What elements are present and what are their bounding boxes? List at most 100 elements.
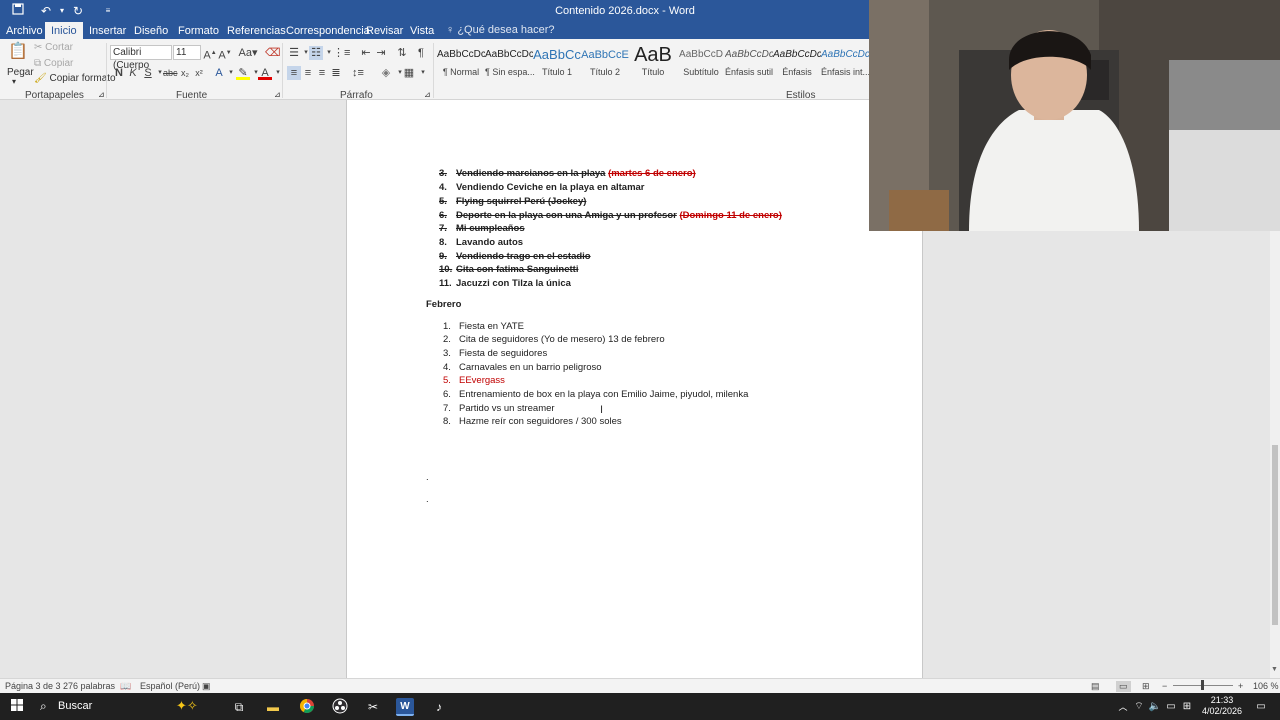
read-mode-icon[interactable]: ▤ <box>1091 681 1100 692</box>
obs-icon[interactable] <box>331 698 349 716</box>
strikethrough-icon[interactable]: abc <box>163 66 178 80</box>
tab-revisar[interactable]: Revisar <box>366 24 403 38</box>
list-item[interactable]: 7. Mi cumpleaños <box>439 223 525 234</box>
list-item[interactable]: 4. Carnavales en un barrio peligroso <box>443 362 602 373</box>
list-item[interactable]: 4. Vendiendo Ceviche en la playa en altam… <box>439 182 645 193</box>
clipboard-launcher-icon[interactable]: ⊿ <box>98 90 105 99</box>
proofing-icon[interactable]: 📖 <box>120 681 131 692</box>
bold-button[interactable]: N <box>112 66 126 80</box>
undo-dropdown-icon[interactable]: ▾ <box>54 3 70 19</box>
tab-correspondencia[interactable]: Correspondencia <box>286 24 370 38</box>
font-launcher-icon[interactable]: ⊿ <box>274 90 281 99</box>
empty-paragraph[interactable]: . <box>426 494 429 505</box>
numbering-icon[interactable]: ☷ <box>309 46 323 60</box>
tiktok-icon[interactable]: ♪ <box>430 698 448 716</box>
list-item[interactable]: 11. Jacuzzi con Tilza la única <box>439 278 571 289</box>
list-item[interactable]: 1. Fiesta en YATE <box>443 321 524 332</box>
word-count[interactable]: 276 palabras <box>63 681 115 691</box>
superscript-icon[interactable]: x² <box>192 66 206 80</box>
scrollbar-thumb[interactable] <box>1272 445 1278 625</box>
tab-inicio[interactable]: Inicio <box>45 22 83 39</box>
font-color-icon[interactable]: A <box>258 66 272 80</box>
zoom-slider-thumb[interactable] <box>1201 680 1204 690</box>
save-icon[interactable] <box>10 3 26 19</box>
list-item[interactable]: 6. Deporte en la playa con una Amiga y un… <box>439 210 782 221</box>
grow-font-icon[interactable]: A▲ <box>203 46 217 62</box>
tab-vista[interactable]: Vista <box>410 24 434 38</box>
style-emphasis[interactable]: AaBbCcDc Énfasis <box>773 43 821 83</box>
list-item[interactable]: 8. Hazme reír con seguidores / 300 soles <box>443 416 622 427</box>
list-item[interactable]: 8. Lavando autos <box>439 237 523 248</box>
show-formatting-icon[interactable]: ¶ <box>414 46 428 60</box>
font-family-select[interactable]: Calibri (Cuerpo <box>110 45 172 71</box>
tab-referencias[interactable]: Referencias <box>227 24 286 38</box>
borders-icon[interactable]: ▦ <box>402 66 416 80</box>
print-layout-icon[interactable]: ▭ <box>1116 681 1131 692</box>
scroll-down-icon[interactable]: ▼ <box>1271 666 1278 673</box>
list-item[interactable]: 5. EEvergass <box>443 375 505 386</box>
list-item[interactable]: 10. Cita con fatima Sanguinetti <box>439 264 578 275</box>
line-spacing-icon[interactable]: ↕≡ <box>351 66 365 80</box>
clock[interactable]: 21:33 4/02/2026 <box>1200 695 1244 717</box>
align-right-icon[interactable]: ≡ <box>315 66 329 80</box>
decrease-indent-icon[interactable]: ⇤ <box>359 46 373 60</box>
increase-indent-icon[interactable]: ⇥ <box>374 46 388 60</box>
highlight-icon[interactable]: ✎ <box>236 66 250 80</box>
page-count[interactable]: Página 3 de 3 <box>5 681 61 691</box>
tab-archivo[interactable]: Archivo <box>6 24 43 38</box>
format-painter-button[interactable]: 🖌 Copiar formato <box>34 73 116 84</box>
style-title[interactable]: AaB Título <box>629 43 677 83</box>
justify-icon[interactable]: ≣ <box>329 66 343 80</box>
capcut-icon[interactable]: ✂ <box>364 698 382 716</box>
customize-toolbar-icon[interactable]: ≡ <box>100 3 116 19</box>
multilevel-list-icon[interactable]: ⋮≡ <box>333 46 350 60</box>
style-subtle-emphasis[interactable]: AaBbCcDc Énfasis sutil <box>725 43 773 83</box>
change-case-icon[interactable]: Aa▾ <box>238 46 258 60</box>
task-view-icon[interactable]: ⧉ <box>230 698 248 716</box>
style-heading-1[interactable]: AaBbCc Título 1 <box>533 43 581 83</box>
chrome-icon[interactable] <box>298 698 316 716</box>
redo-icon[interactable]: ↻ <box>70 3 86 19</box>
list-item[interactable]: 5. Flying squirrel Perú (Jockey) <box>439 196 586 207</box>
shrink-font-icon[interactable]: A▼ <box>218 46 232 62</box>
paste-button[interactable]: Pegar <box>7 67 34 78</box>
macro-icon[interactable]: ▣ <box>202 681 211 692</box>
language-icon[interactable]: ⊞ <box>1178 698 1196 716</box>
borders-dropdown-icon[interactable]: ▾ <box>416 66 430 80</box>
zoom-in-icon[interactable]: + <box>1238 681 1243 691</box>
style-heading-2[interactable]: AaBbCcE Título 2 <box>581 43 629 83</box>
help-search[interactable]: ♀ ¿Qué desea hacer? <box>446 24 555 36</box>
style-normal[interactable]: AaBbCcDc ¶ Normal <box>437 43 485 83</box>
copy-button[interactable]: ⧉ Copiar <box>34 58 73 69</box>
style-intense-emphasis[interactable]: AaBbCcDc Énfasis int... <box>821 43 870 83</box>
notifications-icon[interactable]: ▭ <box>1252 698 1270 716</box>
list-item[interactable]: 6. Entrenamiento de box en la playa con E… <box>443 389 748 400</box>
style-subtitle[interactable]: AaBbCcD Subtítulo <box>677 43 725 83</box>
paste-dropdown-icon[interactable]: ▾ <box>12 77 16 86</box>
subscript-icon[interactable]: x₂ <box>178 66 192 80</box>
zoom-level[interactable]: 106 % <box>1253 681 1279 691</box>
word-icon[interactable]: W <box>396 698 414 716</box>
tab-diseno[interactable]: Diseño <box>134 24 168 38</box>
taskbar-search[interactable]: ⌕ Buscar ✦✧ <box>34 695 212 718</box>
list-item[interactable]: 7. Partido vs un streamer <box>443 403 555 414</box>
paragraph-launcher-icon[interactable]: ⊿ <box>424 90 431 99</box>
sort-icon[interactable]: ⇅ <box>395 46 409 60</box>
font-size-select[interactable]: 11 <box>173 45 201 60</box>
align-center-icon[interactable]: ≡ <box>301 66 315 80</box>
list-item[interactable]: 3. Vendiendo marcianos en la playa (marte… <box>439 168 696 179</box>
cut-button[interactable]: ✂ Cortar <box>34 42 73 53</box>
language[interactable]: Español (Perú) <box>140 681 200 691</box>
windows-start-icon[interactable] <box>8 698 26 716</box>
section-heading[interactable]: Febrero <box>426 299 461 310</box>
empty-paragraph[interactable]: . <box>426 472 429 483</box>
list-item[interactable]: 3. Fiesta de seguidores <box>443 348 547 359</box>
undo-icon[interactable]: ↶ <box>38 3 54 19</box>
italic-button[interactable]: K <box>126 66 140 80</box>
document-page[interactable]: 3. Vendiendo marcianos en la playa (marte… <box>346 100 923 678</box>
list-item[interactable]: 9. Vendiendo trago en el estadio <box>439 251 591 262</box>
style-no-spacing[interactable]: AaBbCcDc ¶ Sin espa... <box>485 43 535 83</box>
clear-format-icon[interactable]: ⌫ <box>265 46 281 60</box>
file-explorer-icon[interactable]: ▬ <box>264 698 282 716</box>
list-item[interactable]: 2. Cita de seguidores (Yo de mesero) 13 d… <box>443 334 665 345</box>
